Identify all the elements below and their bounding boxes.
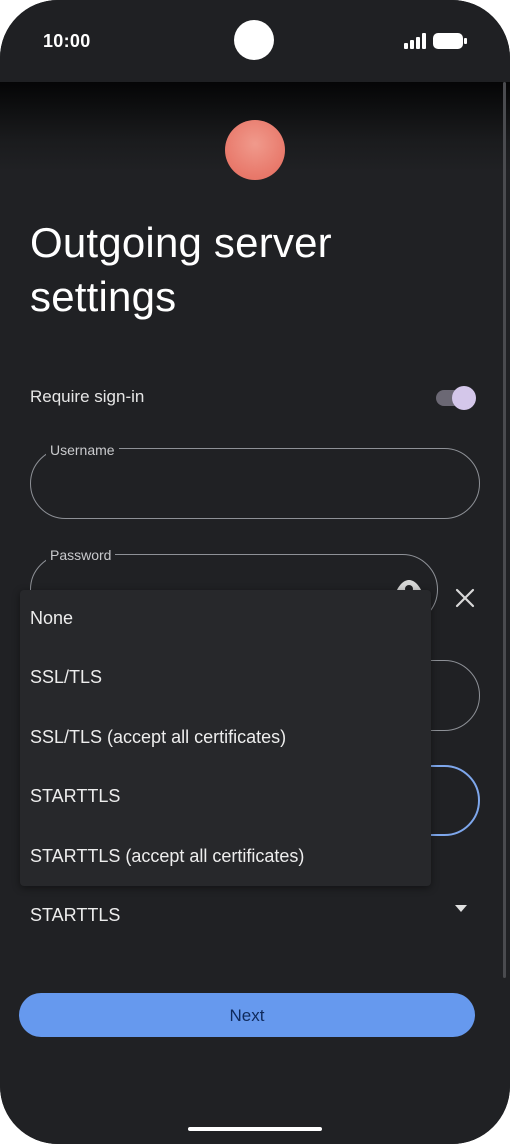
signal-icon bbox=[404, 33, 426, 49]
scrollbar[interactable] bbox=[503, 82, 506, 978]
password-label: Password bbox=[46, 547, 116, 563]
security-option-none[interactable]: None bbox=[30, 608, 73, 629]
security-option-ssl-tls[interactable]: SSL/TLS bbox=[30, 667, 102, 688]
camera-cutout bbox=[234, 20, 274, 60]
username-label: Username bbox=[46, 442, 119, 458]
toggle-knob bbox=[452, 386, 476, 410]
home-indicator[interactable] bbox=[188, 1127, 322, 1131]
security-option-ssl-tls-accept-all[interactable]: SSL/TLS (accept all certificates) bbox=[30, 727, 286, 748]
close-icon[interactable] bbox=[454, 587, 476, 609]
chevron-down-icon[interactable] bbox=[455, 905, 467, 913]
status-bar: 10:00 bbox=[0, 0, 510, 82]
security-selected-value[interactable]: STARTTLS bbox=[30, 905, 120, 926]
require-signin-label: Require sign-in bbox=[30, 387, 145, 406]
status-time: 10:00 bbox=[43, 31, 91, 51]
page-title: Outgoing server settings bbox=[30, 219, 332, 320]
account-avatar bbox=[225, 120, 285, 180]
security-dropdown-menu: None SSL/TLS SSL/TLS (accept all certifi… bbox=[20, 590, 431, 886]
security-option-starttls[interactable]: STARTTLS bbox=[30, 786, 120, 807]
security-option-starttls-accept-all[interactable]: STARTTLS (accept all certificates) bbox=[30, 846, 304, 867]
username-field[interactable] bbox=[30, 448, 480, 519]
phone-frame: 10:00 Outgoing server settings Require s… bbox=[0, 0, 510, 1144]
battery-icon bbox=[433, 33, 467, 49]
require-signin-toggle[interactable] bbox=[436, 386, 476, 410]
next-button[interactable]: Next bbox=[19, 993, 475, 1037]
